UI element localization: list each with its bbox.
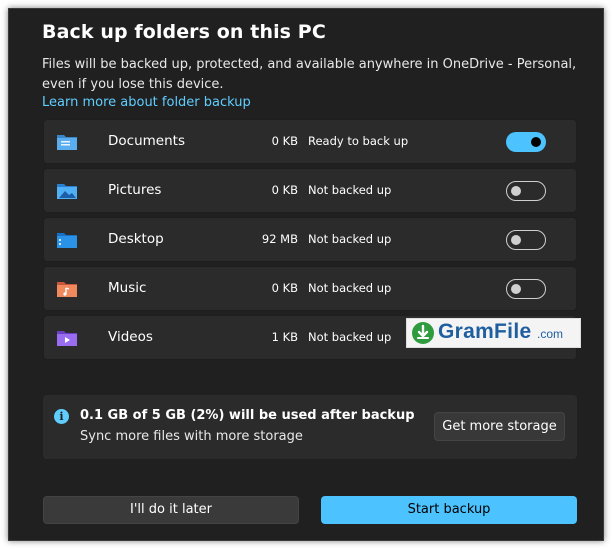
watermark-logo: GramFile .com	[406, 318, 581, 348]
learn-more-link[interactable]: Learn more about folder backup	[42, 95, 251, 110]
folder-name: Desktop	[108, 231, 164, 247]
folder-row-music: Music 0 KB Not backed up	[43, 266, 577, 311]
folder-name: Pictures	[108, 182, 162, 198]
folder-size: 0 KB	[271, 134, 298, 148]
folder-row-desktop: Desktop 92 MB Not backed up	[43, 217, 577, 262]
folder-status: Not backed up	[308, 330, 392, 344]
videos-folder-icon	[57, 331, 77, 346]
backup-toggle-desktop[interactable]	[506, 230, 546, 250]
folder-row-pictures: Pictures 0 KB Not backed up	[43, 168, 577, 213]
start-backup-button[interactable]: Start backup	[321, 496, 577, 524]
dialog-title: Back up folders on this PC	[42, 21, 326, 43]
folder-name: Documents	[108, 133, 185, 149]
info-icon: i	[54, 409, 69, 424]
pictures-folder-icon	[57, 184, 77, 199]
storage-info-box: i 0.1 GB of 5 GB (2%) will be used after…	[43, 395, 577, 459]
backup-toggle-music[interactable]	[506, 279, 546, 299]
dialog-description: Files will be backed up, protected, and …	[42, 57, 577, 92]
folder-size: 0 KB	[271, 281, 298, 295]
folder-status: Not backed up	[308, 281, 392, 295]
backup-dialog: Back up folders on this PC Files will be…	[8, 8, 604, 541]
music-folder-icon	[57, 282, 77, 297]
folder-status: Not backed up	[308, 183, 392, 197]
folder-name: Music	[108, 280, 147, 296]
storage-usage-text: 0.1 GB of 5 GB (2%) will be used after b…	[80, 408, 415, 423]
folder-size: 0 KB	[271, 183, 298, 197]
folder-size: 1 KB	[271, 330, 298, 344]
folder-status: Not backed up	[308, 232, 392, 246]
folder-size: 92 MB	[261, 232, 298, 246]
folder-name: Videos	[108, 329, 153, 345]
watermark-text: GramFile	[438, 320, 532, 343]
watermark-suffix: .com	[537, 327, 564, 341]
do-it-later-button[interactable]: I'll do it later	[43, 496, 299, 524]
documents-folder-icon	[57, 135, 77, 150]
backup-toggle-documents[interactable]	[506, 132, 546, 152]
backup-toggle-pictures[interactable]	[506, 181, 546, 201]
storage-sub-text: Sync more files with more storage	[80, 429, 303, 444]
get-more-storage-button[interactable]: Get more storage	[434, 412, 565, 441]
folder-row-documents: Documents 0 KB Ready to back up	[43, 119, 577, 164]
desktop-folder-icon	[57, 233, 77, 248]
folder-status: Ready to back up	[308, 134, 409, 148]
download-icon	[412, 322, 434, 344]
